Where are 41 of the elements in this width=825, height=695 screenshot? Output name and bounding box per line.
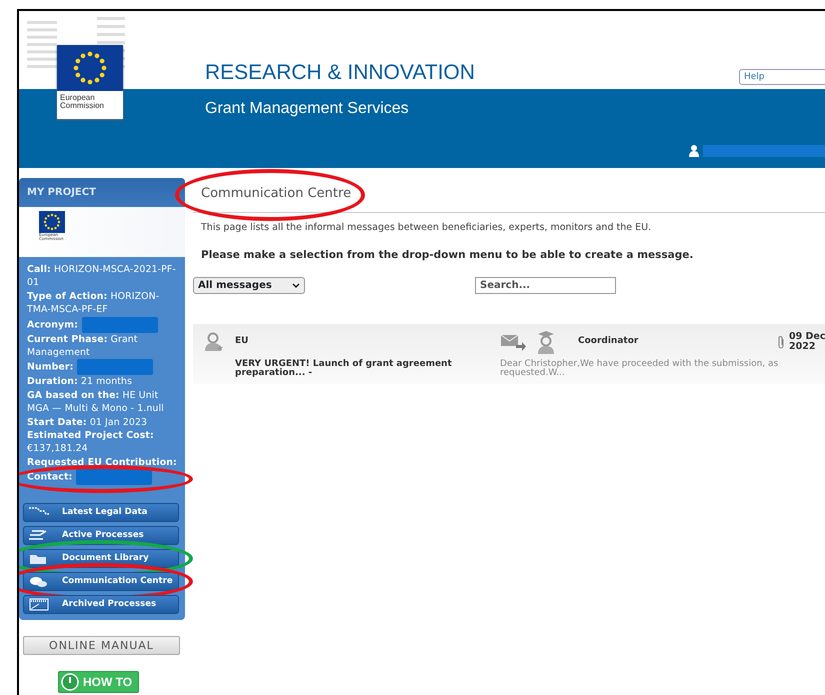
project-info: GA based on the: HE Unit MGA — Multi & Mono - 1.null xyxy=(27,390,164,414)
page-heading: Communication Centre xyxy=(201,186,352,201)
search-field[interactable]: Search... xyxy=(475,276,616,294)
eu-flag-icon xyxy=(43,213,61,231)
project-info: Acronym: xyxy=(27,319,78,330)
sidebar-menu-button[interactable]: Latest Legal Data xyxy=(23,503,179,522)
project-info: Number: xyxy=(27,362,74,373)
project-info: Current Phase: Grant Management xyxy=(27,334,138,358)
project-info: Estimated Project Cost: €137,181.24 xyxy=(27,430,154,454)
chat-bubbles-icon xyxy=(28,574,50,590)
project-info: Contact: xyxy=(27,472,72,483)
site-subtitle: Grant Management Services xyxy=(205,99,410,119)
power-icon xyxy=(61,673,79,692)
project-info: Type of Action: HORIZON-TMA-MSCA-PF-EF xyxy=(27,290,160,316)
help-dropdown[interactable]: Help xyxy=(739,69,825,85)
project-info: Requested EU Contribution: xyxy=(27,456,177,468)
online-manual-button[interactable]: ONLINE MANUAL xyxy=(23,636,180,656)
graduate-icon xyxy=(536,330,556,354)
site-title: RESEARCH & INNOVATION xyxy=(205,62,475,83)
recipient-name: Coordinator xyxy=(578,334,638,348)
intro-text: This page lists all the informal messages between beneficiaries, experts, monitors and the EU. xyxy=(200,220,652,234)
film-strip-icon xyxy=(28,597,50,612)
message-preview: Dear Christopher,We have proceeded with the submission, as requested.W... xyxy=(500,360,780,380)
logo-text: European Commission xyxy=(59,92,106,112)
project-info: Start Date: 01 Jan 2023 xyxy=(27,416,148,428)
envelope-arrow-icon xyxy=(500,332,526,350)
sidebar-menu-button[interactable]: Archived Processes xyxy=(23,595,179,614)
project-info: Duration: 21 months xyxy=(27,376,132,388)
sender-name: EU xyxy=(235,334,248,348)
chevron-icon xyxy=(292,282,300,288)
message-row[interactable]: EU Coordinator 09 Dec 2022 VERY URGENT! Launch of grant agreement preparation... - Dear Christopher,We have proceeded with the submission, as requested.W... xyxy=(193,324,825,384)
message-date: 09 Dec 2022 xyxy=(789,332,825,351)
dropdown-value: All messages xyxy=(198,278,272,292)
sidebar-menu-button[interactable]: Communication Centre xyxy=(23,572,179,592)
user-icon xyxy=(689,145,699,157)
project-info: Call: HORIZON-MSCA-2021-PF-01 xyxy=(27,264,176,288)
person-star-icon xyxy=(204,332,224,352)
message-filter-dropdown[interactable]: All messages xyxy=(193,276,305,294)
instruction-text: Please make a selection from the drop-down menu to be able to create a message. xyxy=(200,248,694,263)
panel-title: MY PROJECT xyxy=(19,178,185,207)
message-subject: VERY URGENT! Launch of grant agreement preparation... - xyxy=(235,360,453,380)
